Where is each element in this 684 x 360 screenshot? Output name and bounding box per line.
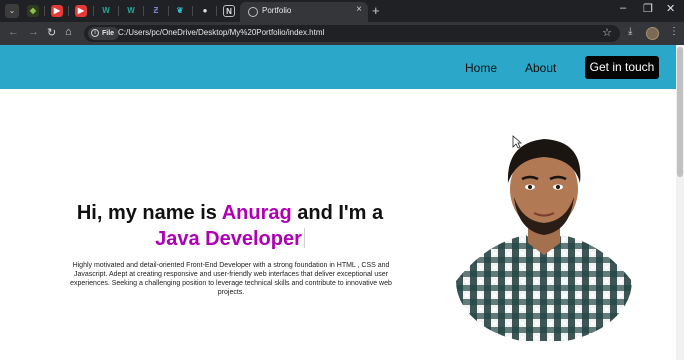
window-close-icon[interactable]: ✕	[666, 2, 675, 15]
tab-separator	[118, 6, 119, 16]
hero-heading: Hi, my name is Anurag and I'm a Java Dev…	[40, 200, 420, 252]
globe-icon	[248, 7, 258, 17]
hero-role: Java Developer	[155, 228, 302, 250]
tab-separator	[143, 6, 144, 16]
home-icon[interactable]: ⌂	[65, 26, 72, 38]
tab-separator	[192, 6, 193, 16]
youtube-icon[interactable]: ▶	[51, 5, 63, 17]
leaf-icon[interactable]: ❦	[174, 5, 186, 17]
bookmark-star-icon[interactable]: ☆	[602, 26, 612, 39]
w-icon[interactable]: W	[100, 5, 112, 17]
shield-icon[interactable]: ◆	[27, 5, 39, 17]
tab-search-icon[interactable]: ⌄	[5, 4, 19, 18]
profile-avatar[interactable]	[646, 27, 659, 40]
tab-separator	[216, 6, 217, 16]
greeting-suffix: and I'm a	[291, 202, 384, 224]
new-tab-button[interactable]: +	[372, 3, 380, 18]
w-icon[interactable]: W	[125, 5, 137, 17]
url-text[interactable]: C:/Users/pc/OneDrive/Desktop/My%20Portfo…	[118, 28, 324, 37]
browser-tabstrip: ⌄ ◆ ▶ ▶ W W Ƶ ❦ ● N Portfolio × + – ❐ ✕	[0, 0, 684, 22]
file-label: File	[102, 30, 115, 37]
reload-icon[interactable]: ↻	[47, 26, 56, 39]
tab-separator	[168, 6, 169, 16]
greeting-prefix: Hi, my name is	[76, 202, 222, 224]
hero-name: Anurag	[221, 202, 292, 224]
scrollbar-thumb[interactable]	[677, 47, 683, 177]
minimize-icon[interactable]: –	[620, 2, 626, 14]
site-navbar: Home About Get in touch	[0, 45, 676, 89]
z-icon[interactable]: Ƶ	[150, 5, 162, 17]
tab-portfolio[interactable]: Portfolio ×	[240, 2, 368, 22]
hero-bio: Highly motivated and detail-oriented Fro…	[70, 262, 392, 296]
notion-icon[interactable]: N	[223, 5, 235, 17]
get-in-touch-button[interactable]: Get in touch	[585, 56, 659, 79]
page-scrollbar[interactable]	[676, 45, 684, 360]
youtube-icon[interactable]: ▶	[75, 5, 87, 17]
address-bar[interactable]: i File C:/Users/pc/OneDrive/Desktop/My%20…	[84, 25, 620, 42]
info-icon: i	[91, 29, 99, 38]
typing-cursor	[303, 228, 305, 248]
close-icon[interactable]: ×	[356, 4, 362, 15]
nav-home-link[interactable]: Home	[465, 61, 497, 75]
download-icon[interactable]: ⤓	[628, 26, 632, 37]
tab-separator	[44, 6, 45, 16]
kebab-menu-icon[interactable]: ⋮	[669, 26, 679, 37]
back-arrow-icon[interactable]: ←	[8, 26, 19, 38]
profile-photo	[456, 139, 632, 341]
github-icon[interactable]: ●	[199, 5, 211, 17]
mouse-cursor-icon	[512, 135, 522, 149]
tab-title: Portfolio	[262, 6, 292, 15]
browser-toolbar: ← → ↻ ⌂ i File C:/Users/pc/OneDrive/Deskt…	[0, 22, 684, 45]
forward-arrow-icon[interactable]: →	[28, 26, 39, 38]
site-info-chip[interactable]: i File	[88, 27, 120, 40]
restore-icon[interactable]: ❐	[643, 2, 653, 15]
tab-separator	[93, 6, 94, 16]
tab-separator	[68, 6, 69, 16]
page-viewport: Home About Get in touch Hi, my name is A…	[0, 45, 676, 360]
nav-about-link[interactable]: About	[525, 61, 556, 75]
